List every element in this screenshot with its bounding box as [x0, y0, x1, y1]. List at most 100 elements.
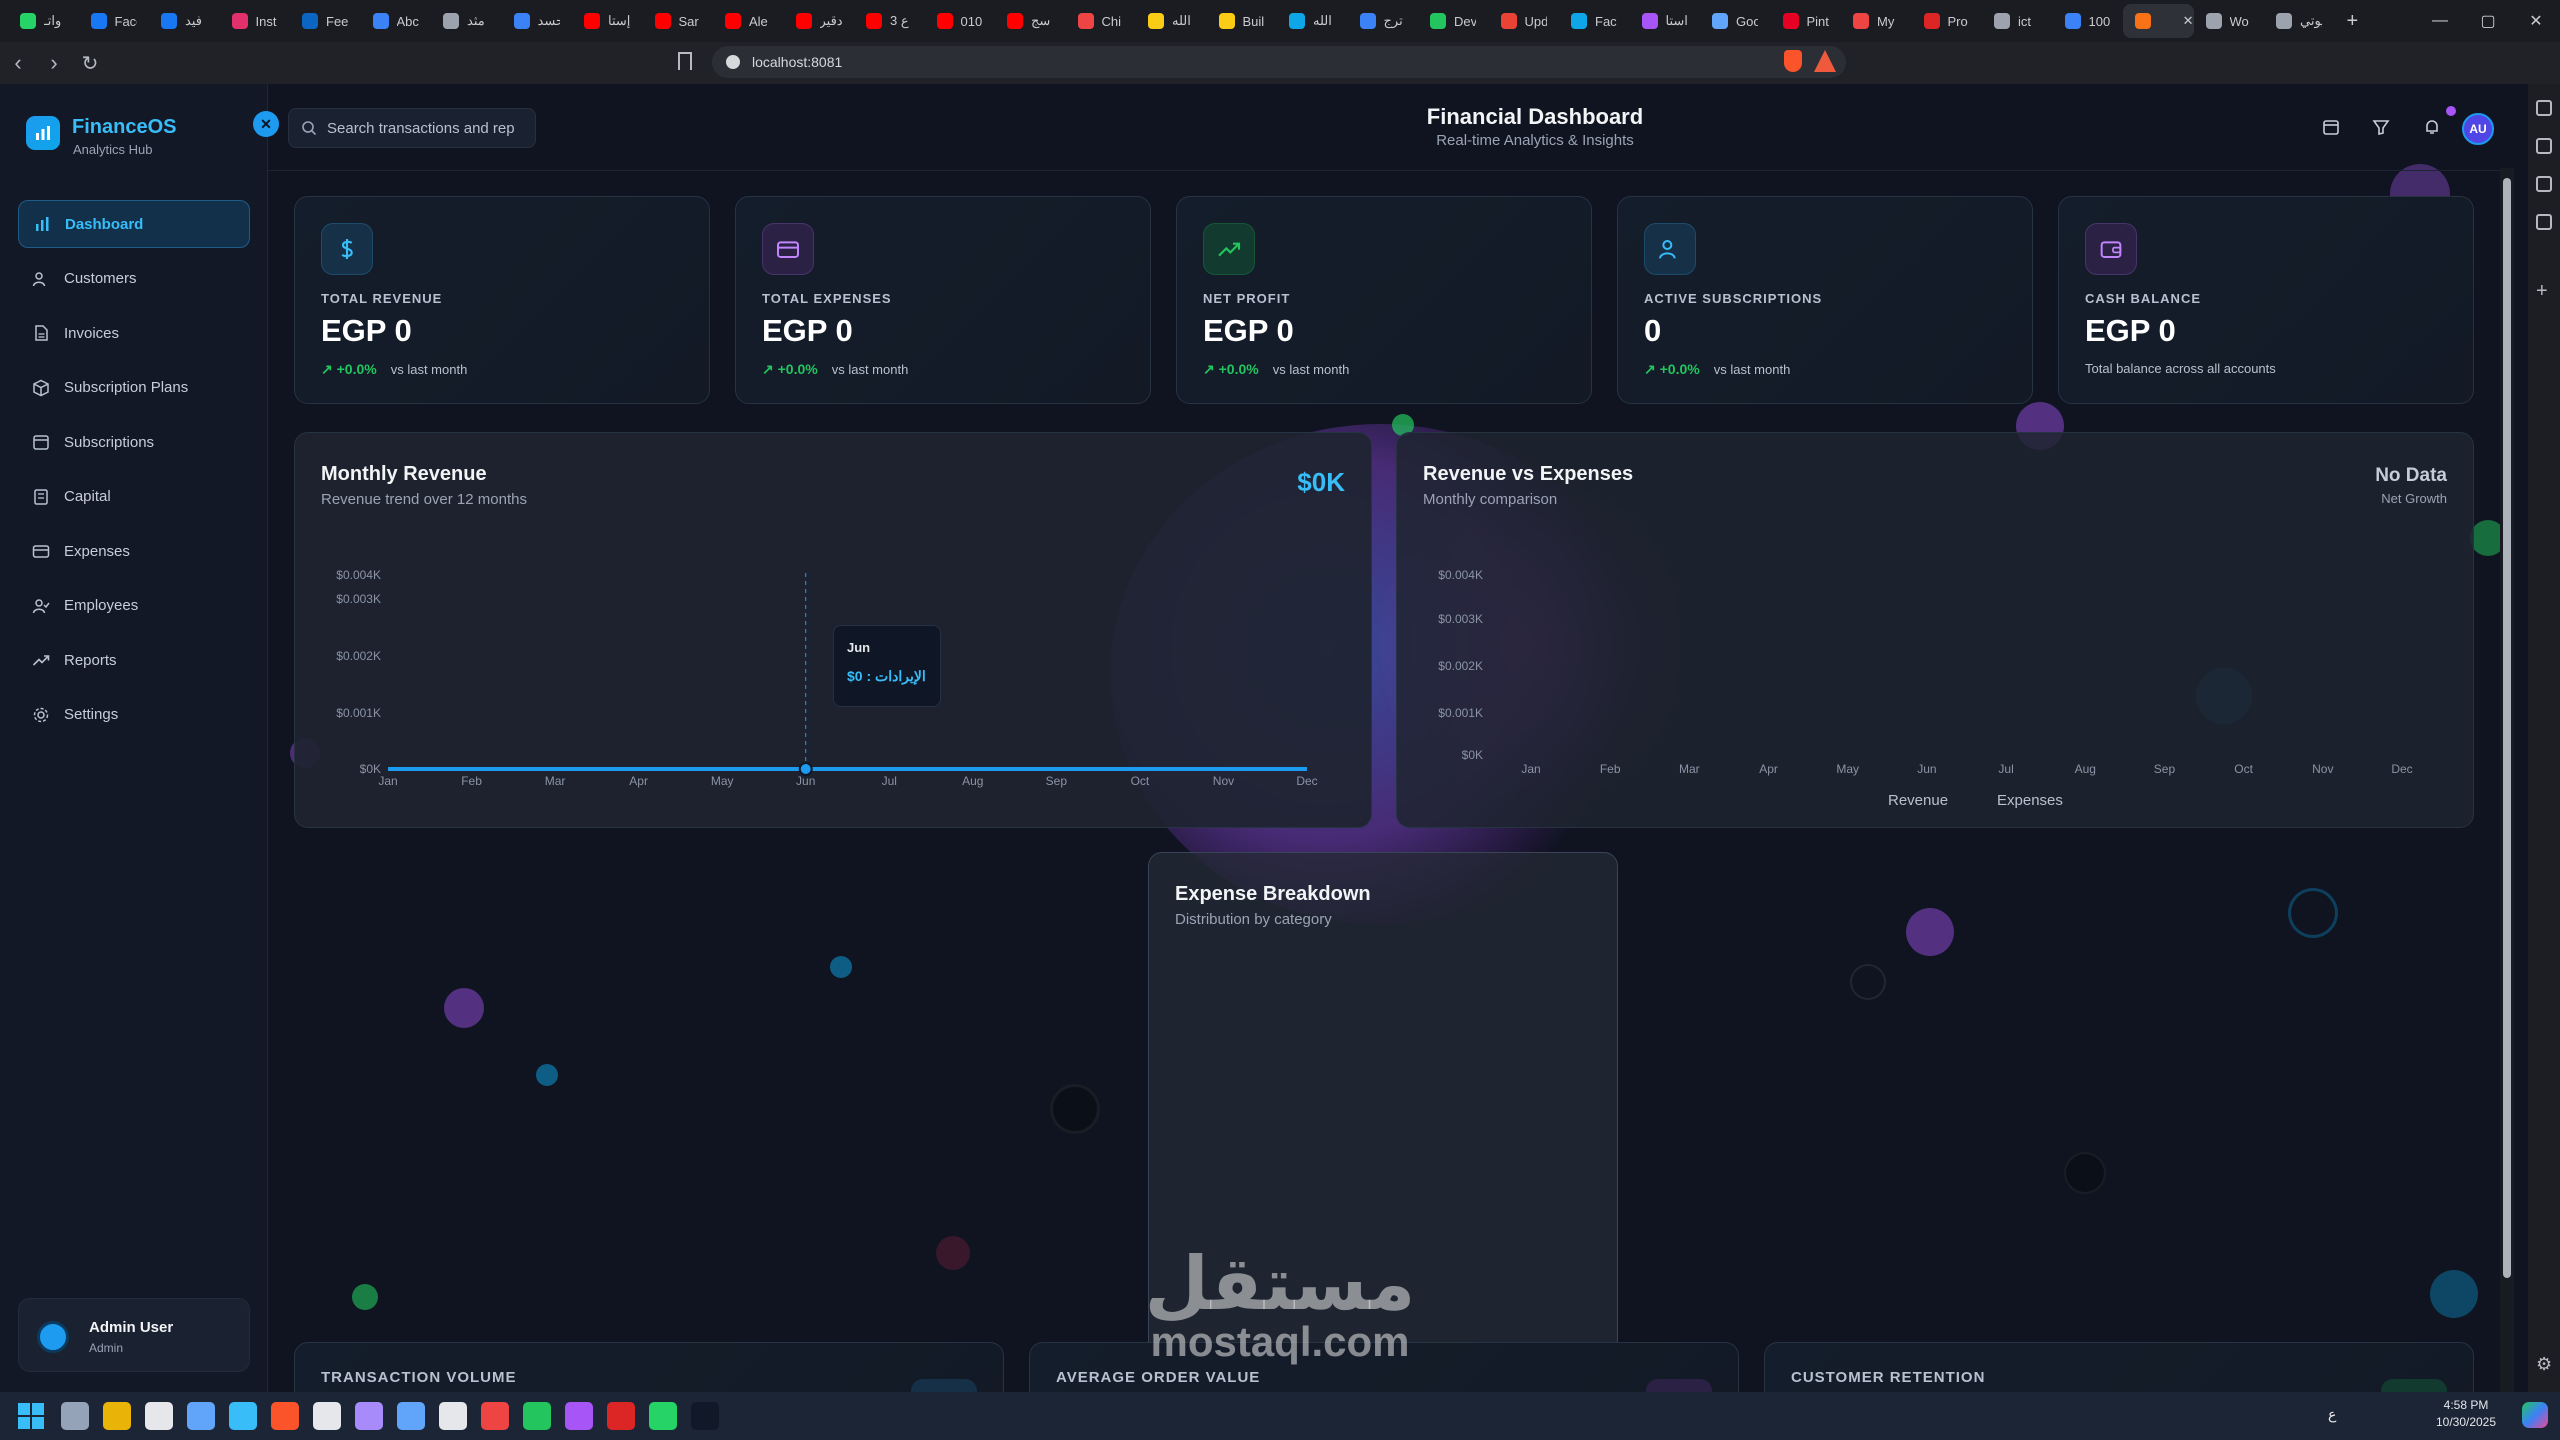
- browser-tab[interactable]: الله: [1277, 4, 1348, 38]
- close-tab-icon[interactable]: ✕: [2183, 13, 2194, 29]
- kpi-card: CUSTOMER RETENTION: [1764, 1342, 2474, 1392]
- github-icon[interactable]: [565, 1402, 593, 1430]
- rve-status-sub: Net Growth: [2381, 491, 2447, 506]
- user-card[interactable]: Admin User Admin: [18, 1298, 250, 1372]
- page-scrollbar[interactable]: [2500, 168, 2514, 1392]
- app-icon[interactable]: [355, 1402, 383, 1430]
- browser-tab[interactable]: فيد: [149, 4, 220, 38]
- input-language[interactable]: ع: [2328, 1406, 2336, 1423]
- browser-tab[interactable]: واتـ: [8, 4, 79, 38]
- url-field[interactable]: localhost:8081: [712, 46, 1846, 78]
- calendar-icon[interactable]: [2322, 118, 2340, 136]
- windows-start-icon[interactable]: [18, 1403, 44, 1429]
- filter-icon[interactable]: [2372, 118, 2390, 136]
- window-controls: — ▢ ✕: [2416, 0, 2560, 42]
- forward-icon[interactable]: ›: [36, 50, 72, 76]
- browser-tab[interactable]: Pint: [1771, 4, 1842, 38]
- browser-tab[interactable]: Abc: [361, 4, 432, 38]
- brave-browser-icon[interactable]: [271, 1402, 299, 1430]
- browser-tab[interactable]: مثد: [431, 4, 502, 38]
- browser-tab[interactable]: ع 3: [854, 4, 925, 38]
- bell-icon[interactable]: [2423, 118, 2441, 136]
- wallet-panel-icon[interactable]: [2536, 138, 2552, 154]
- reading-list-icon[interactable]: [2536, 214, 2552, 230]
- sidebar-item-invoices[interactable]: Invoices: [18, 309, 250, 357]
- collapse-sidebar-button[interactable]: ✕: [253, 111, 279, 137]
- browser-tab[interactable]: دقير: [784, 4, 855, 38]
- scrollbar-thumb[interactable]: [2503, 178, 2511, 1278]
- sidebar-item-employees[interactable]: Employees: [18, 582, 250, 630]
- browser-tab[interactable]: My: [1841, 4, 1912, 38]
- sidebar-item-subscription-plans[interactable]: Subscription Plans: [18, 364, 250, 412]
- taskbar-clock[interactable]: 4:58 PM 10/30/2025: [2416, 1398, 2516, 1429]
- browser-tab[interactable]: سج: [995, 4, 1066, 38]
- pycharm-icon[interactable]: [523, 1402, 551, 1430]
- browser-tab[interactable]: حسد: [502, 4, 573, 38]
- app-icon[interactable]: [397, 1402, 425, 1430]
- browser-tab[interactable]: الله: [1136, 4, 1207, 38]
- close-window-icon[interactable]: ✕: [2512, 11, 2560, 31]
- app-icon[interactable]: [481, 1402, 509, 1430]
- reload-icon[interactable]: ↻: [72, 51, 108, 76]
- browser-tab[interactable]: Pro: [1912, 4, 1983, 38]
- browser-tab[interactable]: Wo: [2194, 4, 2265, 38]
- browser-tab[interactable]: ✕: [2123, 4, 2194, 38]
- minimize-icon[interactable]: —: [2416, 12, 2464, 30]
- bookmark-icon[interactable]: [678, 52, 692, 70]
- data-point[interactable]: [798, 762, 813, 776]
- sidebar-item-subscriptions[interactable]: Subscriptions: [18, 418, 250, 466]
- terminal-icon[interactable]: [691, 1402, 719, 1430]
- back-icon[interactable]: ‹: [0, 50, 36, 76]
- add-panel-icon[interactable]: +: [2536, 280, 2548, 303]
- browser-tab[interactable]: ict: [1982, 4, 2053, 38]
- sidebar-item-settings[interactable]: Settings: [18, 691, 250, 739]
- avatar[interactable]: AU: [2462, 113, 2494, 145]
- search-box[interactable]: Search transactions and rep: [288, 108, 536, 148]
- browser-tab[interactable]: Upd: [1489, 4, 1560, 38]
- browser-tab[interactable]: Buil: [1207, 4, 1278, 38]
- sidebar-item-label: Subscription Plans: [64, 379, 189, 396]
- bookmarks-panel-icon[interactable]: [2536, 176, 2552, 192]
- browser-tab[interactable]: Chi: [1066, 4, 1137, 38]
- copilot-icon[interactable]: [2522, 1402, 2548, 1428]
- task-view-icon[interactable]: [61, 1402, 89, 1430]
- rve-subtitle: Monthly comparison: [1423, 491, 1558, 508]
- sidebar-item-capital[interactable]: Capital: [18, 473, 250, 521]
- brave-shield-icon[interactable]: [1784, 50, 1802, 72]
- browser-tab[interactable]: Sar: [643, 4, 714, 38]
- search-input[interactable]: Search transactions and rep: [327, 120, 515, 137]
- filezilla-icon[interactable]: [607, 1402, 635, 1430]
- sidebar-item-customers[interactable]: Customers: [18, 255, 250, 303]
- notion-icon[interactable]: [313, 1402, 341, 1430]
- browser-tab[interactable]: Fee: [290, 4, 361, 38]
- browser-tab[interactable]: ترج: [1348, 4, 1419, 38]
- browser-tab[interactable]: 100: [2053, 4, 2124, 38]
- browser-tab[interactable]: إستا: [572, 4, 643, 38]
- site-info-icon[interactable]: [726, 55, 740, 69]
- browser-tab[interactable]: Ale: [713, 4, 784, 38]
- store-icon[interactable]: [187, 1402, 215, 1430]
- browser-tab[interactable]: يوتي: [2264, 4, 2335, 38]
- new-tab-button[interactable]: +: [2347, 10, 2359, 33]
- browser-tab[interactable]: Fac: [1559, 4, 1630, 38]
- sidebar-item-dashboard[interactable]: Dashboard: [18, 200, 250, 248]
- stat-note: vs last month: [1272, 362, 1350, 377]
- sidebar-item-expenses[interactable]: Expenses: [18, 527, 250, 575]
- browser-tab[interactable]: استا: [1630, 4, 1701, 38]
- browser-tab[interactable]: Goo: [1700, 4, 1771, 38]
- tab-favicon-icon: [1007, 13, 1023, 29]
- whatsapp-icon[interactable]: [649, 1402, 677, 1430]
- settings-panel-icon[interactable]: ⚙: [2536, 1354, 2552, 1375]
- capcut-icon[interactable]: [145, 1402, 173, 1430]
- browser-tab[interactable]: Face: [79, 4, 150, 38]
- browser-tab[interactable]: Inst: [220, 4, 291, 38]
- browser-tab[interactable]: 010: [925, 4, 996, 38]
- sidebar-panel-icon[interactable]: [2536, 100, 2552, 116]
- maximize-icon[interactable]: ▢: [2464, 11, 2512, 31]
- browser-tab[interactable]: Dev: [1418, 4, 1489, 38]
- telegram-icon[interactable]: [229, 1402, 257, 1430]
- sidebar-item-reports[interactable]: Reports: [18, 636, 250, 684]
- file-explorer-icon[interactable]: [103, 1402, 131, 1430]
- notepad-icon[interactable]: [439, 1402, 467, 1430]
- tab-title: Face: [114, 13, 137, 29]
